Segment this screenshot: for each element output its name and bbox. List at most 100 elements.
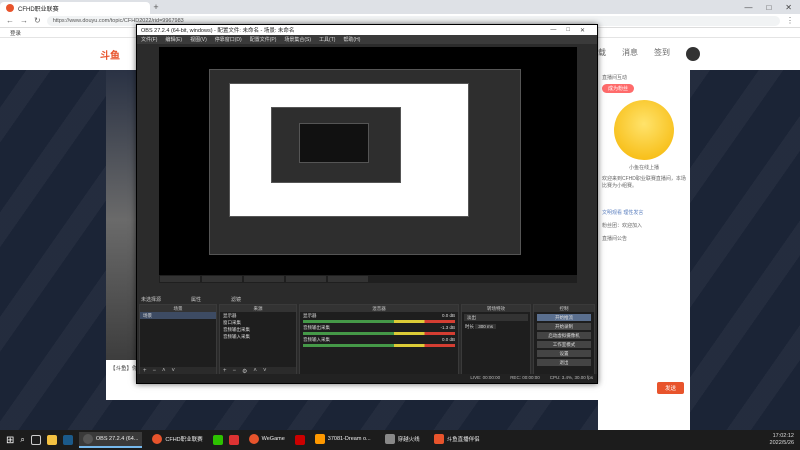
chrome-icon [152, 434, 163, 444]
taskbar-app-game[interactable]: 穿越火线 [381, 432, 424, 448]
mixer-channel: 音频输出采集 -1.3 dB [303, 325, 455, 330]
stream-thumbnail [106, 70, 136, 370]
obs-source-toolbar: 未选择源 属性 滤镜 [137, 295, 597, 304]
signin-icon[interactable]: 签到 [654, 47, 670, 61]
duration-input[interactable]: 300 ms [475, 324, 497, 329]
media-icon [314, 434, 325, 444]
preview-taskbar [159, 275, 577, 283]
menu-profile[interactable]: 配置文件(P) [250, 36, 277, 43]
maximize-icon[interactable]: □ [566, 27, 570, 34]
app-icon[interactable] [294, 435, 305, 445]
taskbar-app-browser[interactable]: CFHD职业联赛 [148, 432, 206, 448]
system-clock[interactable]: 17:02:12 2022/5/26 [770, 433, 794, 447]
transitions-dock: 转场特效 淡出 时长 300 ms [461, 304, 531, 376]
browser-tab-title: CFHD职业联赛 [18, 6, 59, 13]
menu-file[interactable]: 文件(F) [141, 36, 157, 43]
minimize-icon[interactable]: — [744, 3, 752, 12]
panel-text: 欢迎来到CFHD职业联赛直播间，本场比赛为小组赛。 [602, 176, 686, 189]
mascot-caption: 小鱼在线上播 [628, 165, 659, 171]
scenes-title: 场景 [140, 305, 216, 312]
forward-icon[interactable]: → [20, 16, 28, 25]
back-icon[interactable]: ← [6, 16, 14, 25]
panel-msg: 文明观看 理性发言 [602, 210, 644, 216]
menu-tools[interactable]: 工具(T) [319, 36, 335, 43]
duration-row: 时长 300 ms [462, 323, 530, 330]
sources-title: 来源 [220, 305, 296, 312]
mixer-title: 混音器 [300, 305, 458, 312]
taskbar-app-douyu[interactable]: 斗鱼直播伴侣 [430, 432, 484, 448]
message-icon[interactable]: 消息 [622, 47, 638, 61]
taskbar-app-obs[interactable]: OBS 27.2.4 (64... [78, 432, 143, 448]
source-item[interactable]: 音频输入采集 [220, 333, 296, 340]
menu-edit[interactable]: 编辑(E) [165, 36, 182, 43]
new-tab-icon[interactable]: + [150, 2, 162, 12]
menu-docks[interactable]: 停靠窗口(D) [215, 36, 242, 43]
close-icon[interactable]: ✕ [785, 3, 792, 12]
steam-icon[interactable] [62, 435, 73, 445]
transitions-title: 转场特效 [462, 305, 530, 312]
obs-titlebar: OBS 27.2.4 (64-bit, windows) - 配置文件: 未命名… [137, 25, 597, 35]
clock-time: 17:02:12 [772, 433, 794, 439]
site-logo[interactable]: 斗鱼 [100, 47, 120, 62]
send-button[interactable]: 发送 [656, 382, 684, 394]
volume-meter [303, 332, 455, 335]
windows-taskbar: ⊞ ⌕ OBS 27.2.4 (64... CFHD职业联赛 WeGame 37… [0, 430, 800, 450]
start-recording-button[interactable]: 开始录制 [537, 323, 591, 330]
live-time: LIVE: 00:00:00 [470, 375, 501, 380]
preview-mirror-4 [299, 123, 369, 163]
start-icon[interactable]: ⊞ [6, 435, 14, 446]
cpu-fps: CPU: 3.4%, 30.00 fps [549, 375, 593, 380]
settings-button[interactable]: 设置 [537, 350, 591, 357]
mixer-dock: 混音器 显示器 0.0 dB 音频输出采集 -1.3 dB 音频输入采集 0.0… [299, 304, 459, 376]
rec-time: REC: 00:00:00 [510, 375, 540, 380]
obs-title: OBS 27.2.4 (64-bit, windows) - 配置文件: 未命名… [141, 28, 295, 34]
transition-select[interactable]: 淡出 [464, 314, 528, 321]
start-streaming-button[interactable]: 开始推流 [537, 314, 591, 321]
menu-help[interactable]: 帮助(H) [343, 36, 360, 43]
source-item[interactable]: 音频输出采集 [220, 326, 296, 333]
mixer-channel: 音频输入采集 0.0 dB [303, 337, 455, 342]
source-item[interactable]: 显示器 [220, 312, 296, 319]
filters-button[interactable]: 滤镜 [231, 296, 241, 303]
wegame-icon [248, 434, 259, 444]
exit-button[interactable]: 退出 [537, 359, 591, 366]
properties-button[interactable]: 属性 [191, 296, 201, 303]
taskbar-app-wegame[interactable]: WeGame [245, 432, 289, 448]
menu-icon[interactable]: ⋮ [786, 16, 794, 25]
site-favicon-icon [6, 4, 14, 12]
panel-msg: 粉丝团：欢迎加入 [602, 223, 643, 229]
minimize-icon[interactable]: — [550, 27, 556, 34]
mascot-image [614, 100, 674, 160]
menu-view[interactable]: 视图(V) [190, 36, 207, 43]
controls-dock: 控制 开始推流 开始录制 启动虚拟摄像机 工作室模式 设置 退出 [533, 304, 595, 376]
no-source-label: 未选择源 [141, 297, 162, 303]
wechat-icon[interactable] [212, 435, 223, 445]
scene-item[interactable]: 场景 [140, 312, 216, 319]
browser-tab[interactable]: CFHD职业联赛 [0, 2, 150, 14]
menu-scene-collection[interactable]: 场景集合(S) [284, 36, 311, 43]
controls-title: 控制 [534, 305, 594, 312]
maximize-icon[interactable]: □ [766, 3, 771, 12]
browser-tab-strip: CFHD职业联赛 + — □ ✕ [0, 0, 800, 14]
source-item[interactable]: 窗口采集 [220, 319, 296, 326]
mixer-channel: 显示器 0.0 dB [303, 313, 455, 318]
folder-icon[interactable] [46, 435, 57, 445]
scenes-dock: 场景 场景 + − ˄ ˅ [139, 304, 217, 376]
volume-meter [303, 344, 455, 347]
taskbar-app-media[interactable]: 37081-Dream o... [311, 432, 375, 448]
game-icon [384, 434, 395, 444]
task-view-icon[interactable] [30, 435, 41, 445]
obs-icon [82, 434, 93, 444]
virtual-camera-button[interactable]: 启动虚拟摄像机 [537, 332, 591, 339]
avatar[interactable] [686, 47, 700, 61]
bookmark-item[interactable]: 登录 [10, 31, 21, 37]
obs-preview[interactable] [159, 47, 577, 283]
obs-window-controls: — □ ✕ [550, 27, 593, 34]
obs-statusbar: LIVE: 00:00:00 REC: 00:00:00 CPU: 3.4%, … [137, 374, 597, 383]
app-icon[interactable] [228, 435, 239, 445]
fan-button[interactable]: 成为粉丝 [602, 84, 635, 93]
reload-icon[interactable]: ↻ [34, 16, 41, 25]
studio-mode-button[interactable]: 工作室模式 [537, 341, 591, 348]
search-icon[interactable]: ⌕ [20, 435, 24, 445]
close-icon[interactable]: ✕ [580, 27, 585, 34]
